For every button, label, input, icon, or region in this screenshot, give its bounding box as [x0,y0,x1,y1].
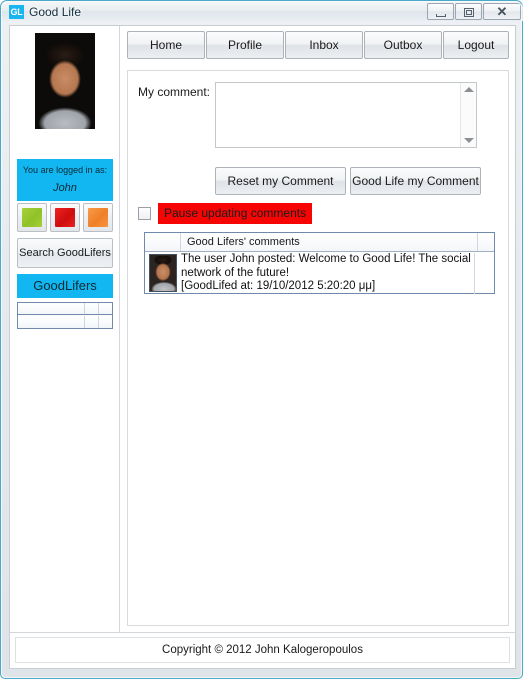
goodlifers-grid[interactable] [17,302,113,329]
goodlifers-header: GoodLifers [17,274,113,298]
avatar-column-header [145,233,181,251]
column-divider [98,316,99,328]
comment-scrollbar[interactable] [460,83,476,147]
logged-in-panel: You are logged in as: John [17,159,113,201]
profile-avatar [17,33,113,129]
nav-item-profile[interactable]: Profile [206,31,284,59]
search-goodlifers-button[interactable]: Search GoodLifers [17,238,113,268]
comment-field-label: My comment: [138,85,211,99]
top-navigation: Home Profile Inbox Outbox Logout [127,31,509,59]
comments-grid-header-filler [477,233,494,251]
footer: Copyright © 2012 John Kalogeropoulos [10,632,515,668]
scroll-up-icon[interactable] [463,87,474,92]
comment-line-2: network of the future! [181,266,290,279]
green-swatch-icon [22,208,42,227]
pause-updating-checkbox[interactable] [138,207,151,220]
app-logo-icon: GL [9,5,24,19]
scroll-down-icon[interactable] [463,138,474,143]
orange-swatch-icon [88,208,108,227]
logged-in-username: John [53,182,77,194]
nav-item-inbox[interactable]: Inbox [285,31,363,59]
red-swatch-icon [55,208,75,227]
column-divider [84,303,85,314]
comment-input[interactable] [219,85,459,145]
reset-comment-button[interactable]: Reset my Comment [215,167,346,195]
copyright-text: Copyright © 2012 John Kalogeropoulos [15,637,510,663]
comment-timestamp: [GoodLifed at: 19/10/2012 5:20:20 μμ] [181,280,376,293]
post-comment-button[interactable]: Good Life my Comment [350,167,481,195]
nav-item-logout[interactable]: Logout [443,31,509,59]
application-window: GL Good Life ✕ You are logged in as: Joh… [0,0,523,679]
comment-text-cell: The user John posted: Welcome to Good Li… [181,253,475,294]
maximize-restore-button[interactable] [455,3,482,20]
status-color-buttons [17,203,113,232]
nav-item-outbox[interactable]: Outbox [364,31,442,59]
pause-updating-label: Pause updating comments [158,203,313,224]
commenter-avatar-icon [149,254,177,292]
comment-line-1: The user John posted: Welcome to Good Li… [181,253,471,265]
left-sidebar: You are logged in as: John Search GoodLi… [10,26,120,632]
column-divider [84,316,85,328]
title-bar: GL Good Life ✕ [2,2,523,21]
goodlifers-grid-header-row [18,303,112,315]
green-status-button[interactable] [17,203,47,232]
goodlifers-grid-row[interactable] [18,316,112,328]
close-button[interactable]: ✕ [483,3,521,20]
column-divider [98,303,99,314]
minimize-button[interactable] [427,3,454,20]
table-row[interactable]: The user John posted: Welcome to Good Li… [145,252,494,294]
red-status-button[interactable] [50,203,80,232]
orange-status-button[interactable] [83,203,113,232]
restore-icon [456,4,481,19]
logged-in-label: You are logged in as: [22,165,108,175]
avatar-image [35,33,95,129]
nav-item-home[interactable]: Home [127,31,205,59]
close-icon: ✕ [496,4,508,19]
comments-column-header: Good Lifers' comments [187,236,300,248]
main-content: Home Profile Inbox Outbox Logout My comm… [121,26,515,632]
comments-grid[interactable]: Good Lifers' comments The user John post… [144,232,495,294]
comments-grid-header: Good Lifers' comments [145,233,494,252]
comment-input-wrapper [215,82,477,148]
window-title: Good Life [29,5,82,19]
page-body: You are logged in as: John Search GoodLi… [9,25,516,669]
content-panel: My comment: Reset my Comment Good Life m… [127,70,509,626]
minimize-icon [428,4,453,19]
